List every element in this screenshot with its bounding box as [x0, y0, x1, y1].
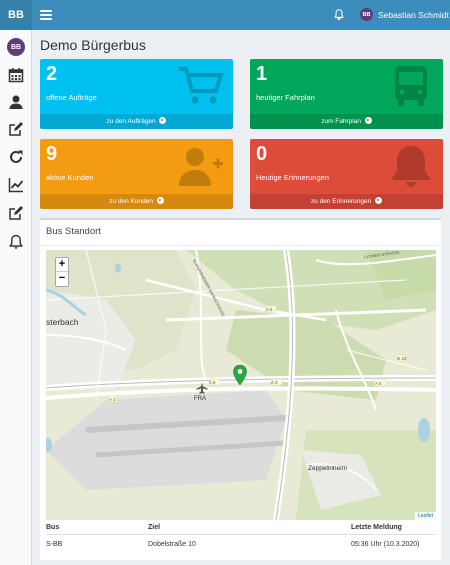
arrow-circle-right-icon — [375, 196, 383, 204]
user-menu[interactable]: BB Sebastian Schmidt — [360, 8, 449, 21]
bell-icon — [9, 234, 23, 249]
sidebar-avatar[interactable]: BB — [7, 38, 25, 56]
user-avatar: BB — [360, 8, 373, 21]
map-label-airport: FRA — [194, 396, 206, 402]
sidebar-item-user[interactable] — [7, 93, 25, 111]
map-label-town: sterbach — [46, 317, 79, 327]
map-attribution-link[interactable]: Leaflet — [414, 512, 436, 520]
bus-icon — [395, 66, 427, 106]
orders-label: offene Aufträge — [46, 93, 97, 102]
reminders-link[interactable]: zu den Erinnerungen — [250, 194, 443, 209]
orders-count: 2 — [46, 63, 58, 85]
bus-location-marker-icon[interactable] — [233, 365, 247, 385]
bus-table: Bus Ziel Letzte Meldung S-BB Dobelstraße… — [46, 521, 436, 554]
road-label: B 43 — [397, 356, 407, 361]
customers-count: 9 — [46, 143, 58, 165]
page-title: Demo Bürgerbus — [40, 37, 146, 53]
road-label: A 5 — [266, 307, 273, 312]
info-box-customers: 9 aktive Kunden zu den Kunden — [40, 139, 233, 209]
zoom-in-button[interactable]: + — [56, 258, 68, 272]
edit-icon — [9, 206, 23, 220]
info-box-schedule: 1 heutiger Fahrplan zum Fahrplan — [250, 59, 443, 129]
road-label: A 5 — [375, 381, 382, 386]
reminders-count: 0 — [256, 143, 268, 165]
refresh-icon — [10, 150, 23, 163]
bus-cell: S-BB — [46, 541, 63, 548]
sidebar-item-refresh[interactable] — [7, 148, 25, 166]
customers-link[interactable]: zu den Kunden — [40, 194, 233, 209]
road-label: A 5 — [209, 380, 216, 385]
zoom-control: + − — [55, 257, 69, 287]
main-content: Demo Bürgerbus 2 offene Aufträge zu den … — [32, 30, 450, 565]
schedule-link[interactable]: zum Fahrplan — [250, 114, 443, 129]
calendar-icon — [8, 68, 24, 83]
divider — [40, 245, 441, 246]
column-header-bus: Bus — [46, 521, 148, 535]
notifications-bell-icon[interactable] — [332, 8, 346, 22]
shopping-cart-icon — [179, 67, 224, 104]
table-header-row: Bus Ziel Letzte Meldung — [46, 521, 436, 535]
menu-toggle-icon[interactable] — [40, 10, 52, 20]
arrow-circle-right-icon — [159, 116, 167, 124]
brand-logo[interactable]: BB — [0, 0, 32, 30]
map[interactable]: + − sterbach FRA Zeppelinheim A 5 A 3 B … — [46, 250, 436, 520]
road-label: A 3 — [271, 380, 278, 385]
user-name: Sebastian Schmidt — [378, 9, 449, 20]
customers-label: aktive Kunden — [46, 173, 94, 182]
sidebar: BB — [0, 30, 32, 565]
panel-title: Bus Standort — [46, 226, 101, 237]
bell-icon — [391, 146, 431, 187]
orders-link[interactable]: zu den Aufträgen — [40, 114, 233, 129]
sidebar-item-edit-2[interactable] — [7, 204, 25, 222]
line-chart-icon — [8, 178, 24, 193]
sidebar-item-calendar[interactable] — [7, 66, 25, 84]
schedule-label: heutiger Fahrplan — [256, 93, 315, 102]
road-label: A 3 — [109, 397, 116, 402]
map-label-district: Zeppelinheim — [308, 465, 348, 472]
column-header-last-report: Letzte Meldung — [351, 521, 436, 535]
info-box-reminders: 0 Heutige Erinnerungen zu den Erinnerung… — [250, 139, 443, 209]
arrow-circle-right-icon — [156, 196, 164, 204]
arrow-circle-right-icon — [364, 116, 372, 124]
airport-icon — [196, 382, 208, 394]
sidebar-item-statistics[interactable] — [7, 176, 25, 194]
column-header-destination: Ziel — [148, 521, 351, 535]
bus-location-panel: Bus Standort + − sterbach FRA Zeppelinhe… — [40, 218, 441, 560]
reminders-label: Heutige Erinnerungen — [256, 173, 329, 182]
destination-cell: Dobelstraße 10 — [148, 541, 196, 548]
table-row: S-BB Dobelstraße 10 05:36 Uhr (10.3.2020… — [46, 535, 436, 555]
edit-icon — [9, 122, 23, 136]
info-box-orders: 2 offene Aufträge zu den Aufträgen — [40, 59, 233, 129]
sidebar-item-edit[interactable] — [7, 120, 25, 138]
top-navbar: BB BB Sebastian Schmidt — [0, 0, 450, 30]
user-icon — [9, 95, 23, 109]
last-report-cell: 05:36 Uhr (10.3.2020) — [351, 541, 420, 548]
zoom-out-button[interactable]: − — [56, 272, 68, 286]
user-plus-icon — [179, 148, 223, 186]
schedule-count: 1 — [256, 63, 268, 85]
sidebar-item-reminders[interactable] — [7, 233, 25, 251]
